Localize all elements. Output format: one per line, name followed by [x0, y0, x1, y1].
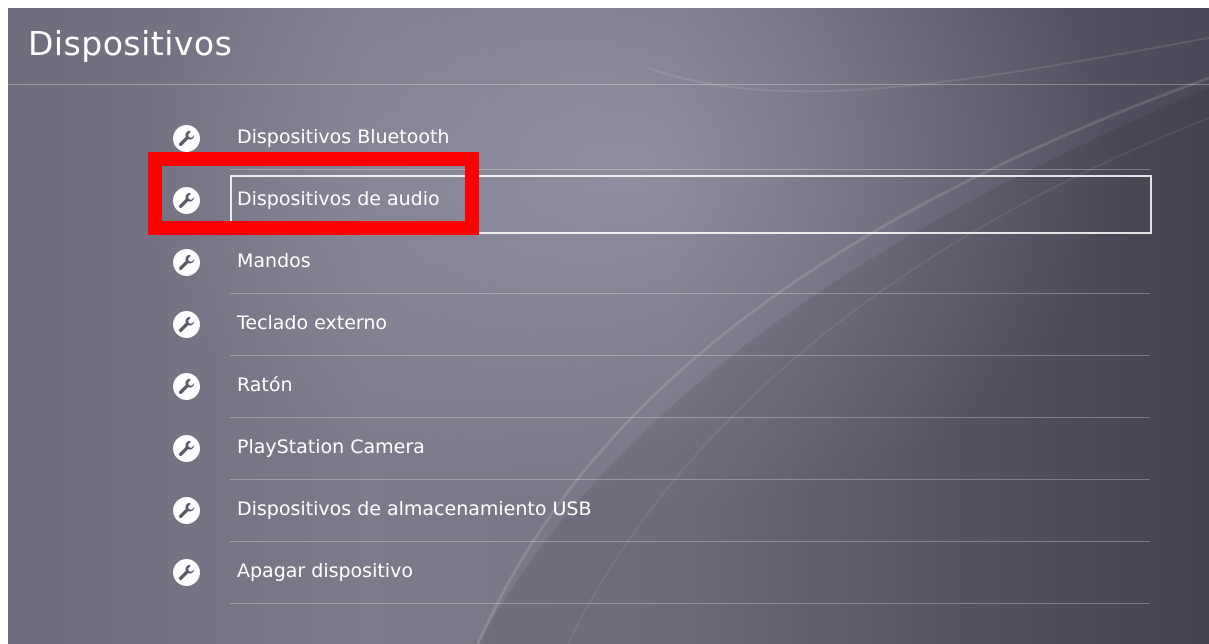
menu-item-playstation-camera[interactable]: PlayStation Camera	[8, 418, 1209, 480]
menu-item-label: Ratón	[237, 374, 293, 396]
wrench-icon	[173, 373, 200, 400]
menu-item-turn-off-device[interactable]: Apagar dispositivo	[8, 542, 1209, 604]
menu-item-mouse[interactable]: Ratón	[8, 356, 1209, 418]
wrench-icon	[173, 497, 200, 524]
menu-item-label: Mandos	[237, 250, 311, 272]
settings-screen: Dispositivos Dispositivos Bluetooth Disp…	[8, 8, 1209, 644]
menu-item-label: Apagar dispositivo	[237, 560, 413, 582]
page-title: Dispositivos	[28, 24, 233, 63]
wrench-icon	[173, 435, 200, 462]
menu-item-label: Teclado externo	[237, 312, 388, 334]
wrench-icon	[173, 311, 200, 338]
menu-item-usb-storage[interactable]: Dispositivos de almacenamiento USB	[8, 480, 1209, 542]
annotation-highlight-box	[148, 152, 479, 235]
menu-item-controllers[interactable]: Mandos	[8, 232, 1209, 294]
menu-item-label: Dispositivos Bluetooth	[237, 126, 450, 148]
wrench-icon	[173, 125, 200, 152]
wrench-icon	[173, 559, 200, 586]
wrench-icon	[173, 249, 200, 276]
menu-divider	[230, 603, 1150, 604]
menu-item-label: PlayStation Camera	[237, 436, 425, 458]
menu-item-label: Dispositivos de almacenamiento USB	[237, 498, 592, 520]
title-divider	[8, 84, 1209, 85]
menu-item-external-keyboard[interactable]: Teclado externo	[8, 294, 1209, 356]
